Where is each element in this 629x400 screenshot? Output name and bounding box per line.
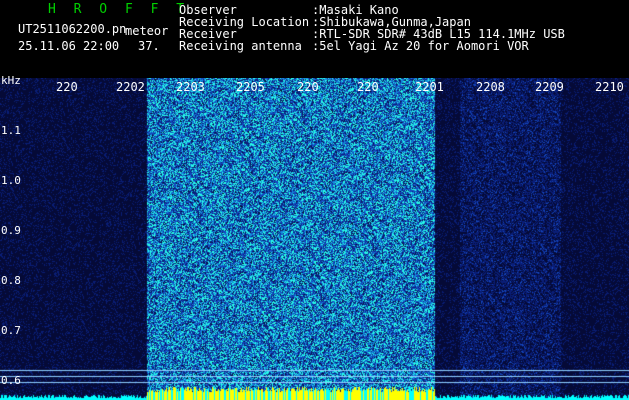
- x-tick-label: 2203: [176, 80, 205, 94]
- x-tick-label: 2202: [116, 80, 145, 94]
- spectrogram-canvas: [0, 78, 629, 400]
- y-tick-label: 1.0: [1, 174, 21, 187]
- mode-label: meteor: [125, 24, 169, 38]
- x-tick-label: 220: [297, 80, 319, 94]
- x-tick-label: 220: [56, 80, 78, 94]
- x-tick-label: 220: [357, 80, 379, 94]
- y-tick-label: 0.6: [1, 374, 21, 387]
- x-tick-label: 2210: [595, 80, 624, 94]
- x-tick-label: 2208: [476, 80, 505, 94]
- y-axis-unit: kHz: [1, 74, 21, 87]
- y-tick-label: 0.8: [1, 274, 21, 287]
- date-time: 25.11.06 22:00: [18, 39, 120, 53]
- station-info: Observer :Masaki Kano Receiving Location…: [179, 4, 565, 52]
- header-panel: H R O F F T UT2511062200.pn meteor 25.11…: [0, 0, 629, 78]
- app-brand: H R O F F T: [48, 2, 190, 17]
- station-key: Receiving antenna: [179, 39, 302, 53]
- spectrogram-plot: [0, 78, 629, 400]
- x-tick-label: 2209: [535, 80, 564, 94]
- y-tick-label: 1.1: [1, 124, 21, 137]
- station-value: :5el Yagi Az 20 for Aomori VOR: [312, 39, 529, 53]
- x-tick-label: 2201: [415, 80, 444, 94]
- station-row-antenna: Receiving antenna :5el Yagi Az 20 for Ao…: [179, 40, 565, 52]
- y-tick-label: 0.9: [1, 224, 21, 237]
- x-tick-label: 2205: [236, 80, 265, 94]
- y-tick-label: 0.7: [1, 324, 21, 337]
- meteor-count: 37.: [138, 39, 160, 53]
- file-name: UT2511062200.pn: [18, 22, 127, 36]
